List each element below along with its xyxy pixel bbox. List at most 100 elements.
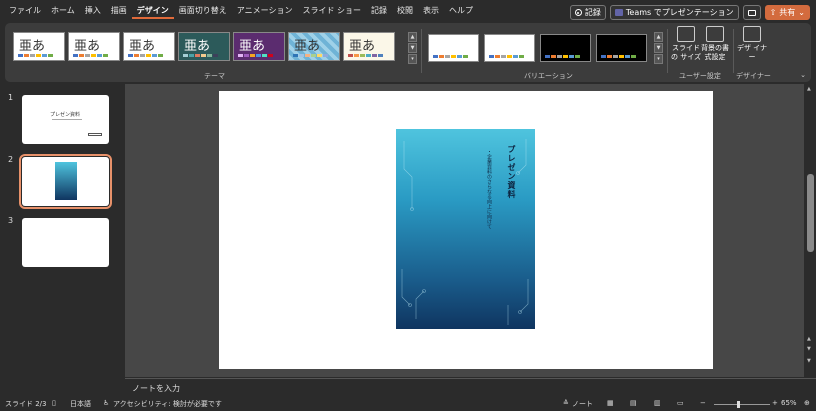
designer-group-label: デザイナー — [736, 72, 771, 80]
record-icon — [574, 9, 582, 16]
tab-review[interactable]: 校閲 — [392, 5, 418, 19]
fit-to-window-icon[interactable]: ⊕ — [804, 399, 810, 407]
reading-view-icon[interactable]: ▥ — [654, 399, 661, 407]
notes-pane[interactable]: ノートを入力 — [125, 378, 816, 396]
share-icon: ⇧ — [769, 8, 777, 17]
scroll-down-icon[interactable]: ▼ — [654, 43, 663, 53]
slide-canvas[interactable]: プレゼン資料 ・企業資料のさらなる向上に向けて — [219, 91, 713, 369]
teams-icon — [614, 9, 623, 16]
theme-gallery-scroll[interactable]: ▲ ▼ ▾ — [408, 32, 417, 64]
slide-subtitle[interactable]: ・企業資料のさらなる向上に向けて — [486, 149, 493, 229]
thumb1-box — [88, 133, 102, 136]
slideshow-icon[interactable]: ▭ — [677, 399, 684, 407]
tab-home[interactable]: ホーム — [46, 5, 80, 19]
tab-design[interactable]: デザイン — [131, 5, 174, 19]
theme-5[interactable]: 亜あ — [233, 32, 285, 61]
scroll-up-icon[interactable]: ▲ — [807, 86, 811, 92]
scroll-up-icon[interactable]: ▲ — [654, 32, 663, 42]
slide-thumbnail-1[interactable]: プレゼン資料 — [22, 95, 109, 144]
chevron-down-icon: ⌄ — [798, 8, 805, 17]
divider — [667, 29, 668, 73]
status-bar: スライド 2/3 ▯ 日本語 ♿ アクセシビリティ: 検討が必要です ≙ ノート… — [0, 398, 816, 411]
scrollbar-thumb[interactable] — [807, 174, 814, 252]
zoom-slider-handle[interactable] — [737, 401, 740, 408]
tab-draw[interactable]: 描画 — [106, 5, 132, 19]
tab-transitions[interactable]: 画面切り替え — [174, 5, 232, 19]
language[interactable]: 日本語 — [70, 399, 91, 409]
accessibility-icon: ♿ — [103, 399, 110, 407]
designer-button[interactable]: デザ イナー — [736, 26, 768, 62]
zoom-in-icon[interactable]: + — [772, 399, 778, 407]
tab-view[interactable]: 表示 — [418, 5, 444, 19]
slide-title[interactable]: プレゼン資料 — [506, 145, 517, 199]
theme-gallery: 亜あ 亜あ 亜あ 亜あ 亜あ 亜あ 亜あ — [13, 32, 395, 61]
theme-3[interactable]: 亜あ — [123, 32, 175, 61]
variant-2[interactable] — [484, 34, 535, 62]
menu-bar: ファイル ホーム 挿入 描画 デザイン 画面切り替え アニメーション スライド … — [0, 0, 816, 22]
theme-7[interactable]: 亜あ — [343, 32, 395, 61]
slide-number: 1 — [8, 93, 14, 102]
comments-button[interactable] — [742, 5, 761, 20]
slide-thumbnail-3[interactable] — [22, 218, 109, 267]
theme-4[interactable]: 亜あ — [178, 32, 230, 61]
slide-number: 3 — [8, 216, 14, 225]
collapse-ribbon-icon[interactable]: ⌄ — [800, 71, 806, 79]
vertical-scrollbar[interactable]: ▲ ▲ ▼ ▼ — [805, 84, 816, 377]
slide-sorter-icon[interactable]: ▤ — [630, 399, 637, 407]
slide-thumbnail-pane: 1 プレゼン資料 2 3 — [0, 84, 124, 397]
variant-gallery — [428, 34, 647, 62]
format-background-button[interactable]: 背景の書 式設定 — [699, 26, 731, 62]
scroll-up-icon[interactable]: ▲ — [807, 336, 811, 342]
format-background-icon — [706, 26, 724, 42]
tab-record[interactable]: 記録 — [366, 5, 392, 19]
accessibility-status[interactable]: アクセシビリティ: 検討が必要です — [113, 399, 222, 409]
teams-label: Teams でプレゼンテーション — [625, 8, 734, 17]
book-icon[interactable]: ▯ — [52, 399, 56, 407]
theme-office[interactable]: 亜あ — [13, 32, 65, 61]
record-button[interactable]: 記録 — [569, 5, 606, 20]
slide-count: スライド 2/3 — [5, 400, 47, 408]
tab-file[interactable]: ファイル — [4, 5, 46, 19]
slide-size-button[interactable]: スライドの サイズ — [670, 26, 702, 62]
normal-view-icon[interactable]: ▦ — [607, 399, 614, 407]
designer-icon — [743, 26, 761, 42]
format-background-label: 背景の書 式設定 — [701, 44, 729, 61]
theme-6[interactable]: 亜あ — [288, 32, 340, 61]
notes-icon: ≙ — [563, 399, 569, 407]
slide-size-label: スライドの サイズ — [670, 44, 701, 61]
zoom-out-icon[interactable]: − — [700, 399, 706, 407]
user-settings-group-label: ユーザー設定 — [679, 72, 721, 80]
notes-button[interactable]: ノート — [572, 399, 593, 409]
designer-label: デザ イナー — [736, 44, 768, 61]
gallery-more-icon[interactable]: ▾ — [654, 54, 663, 64]
notes-placeholder: ノートを入力 — [132, 384, 180, 393]
variant-1[interactable] — [428, 34, 479, 62]
tab-insert[interactable]: 挿入 — [80, 5, 106, 19]
zoom-level[interactable]: 65% — [781, 399, 797, 407]
tab-help[interactable]: ヘルプ — [444, 5, 478, 19]
variants-group-label: バリエーション — [524, 72, 573, 80]
scroll-down-icon[interactable]: ▼ — [807, 358, 811, 364]
scroll-down-icon[interactable]: ▼ — [408, 43, 417, 53]
theme-2[interactable]: 亜あ — [68, 32, 120, 61]
thumb1-title: プレゼン資料 — [50, 112, 81, 118]
slide-background-image[interactable]: プレゼン資料 ・企業資料のさらなる向上に向けて — [396, 129, 535, 329]
gallery-more-icon[interactable]: ▾ — [408, 54, 417, 64]
slide-thumbnail-2[interactable] — [19, 154, 112, 209]
teams-present-button[interactable]: Teams でプレゼンテーション — [609, 5, 739, 20]
comment-icon — [747, 9, 756, 16]
themes-group-label: テーマ — [204, 72, 225, 80]
zoom-slider[interactable] — [714, 404, 770, 405]
slide-size-icon — [677, 26, 695, 42]
thumb2-image — [55, 162, 77, 200]
slide-editing-area: プレゼン資料 ・企業資料のさらなる向上に向けて — [125, 84, 804, 377]
scroll-up-icon[interactable]: ▲ — [408, 32, 417, 42]
variant-4[interactable] — [596, 34, 647, 62]
tab-animations[interactable]: アニメーション — [232, 5, 298, 19]
tab-slideshow[interactable]: スライド ショー — [297, 5, 366, 19]
share-label: 共有 — [779, 8, 796, 17]
share-button[interactable]: ⇧ 共有 ⌄ — [764, 5, 810, 20]
variant-gallery-scroll[interactable]: ▲ ▼ ▾ — [654, 32, 663, 64]
scroll-down-icon[interactable]: ▼ — [807, 346, 811, 352]
variant-3[interactable] — [540, 34, 591, 62]
